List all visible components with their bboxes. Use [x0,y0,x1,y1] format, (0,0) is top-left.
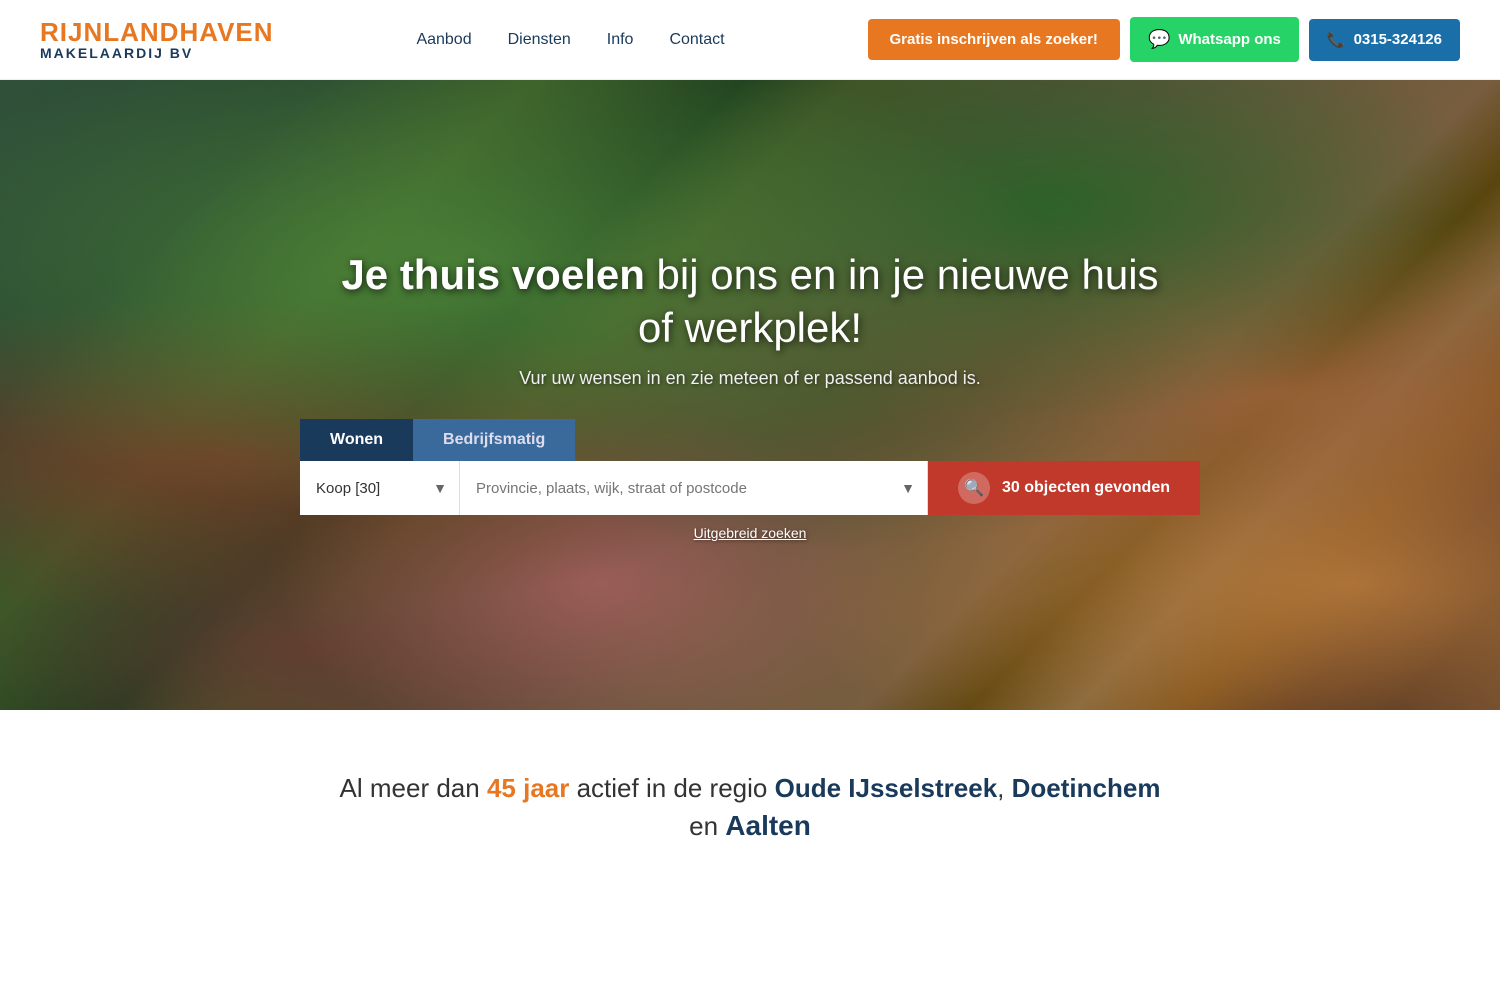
logo[interactable]: RIJNLANDHAVEN MAKELAARDIJ BV [40,18,274,62]
main-nav: Aanbod Diensten Info Contact [416,31,724,49]
header-actions: Gratis inschrijven als zoeker! 💬 Whatsap… [868,17,1460,62]
info-text-2: en Aalten [120,806,1380,845]
tab-wonen[interactable]: Wonen [300,419,413,461]
nav-item-info[interactable]: Info [607,31,634,49]
hero-subtitle: Vur uw wensen in en zie meteen of er pas… [340,368,1160,389]
search-type-select-wrap: Koop [30] Huur ▼ [300,461,460,515]
hero-content: Je thuis voelen bij ons en in je nieuwe … [300,249,1200,419]
search-row: Koop [30] Huur ▼ ▼ 🔍 30 objecten gevonde… [300,461,1200,515]
hero-section: Je thuis voelen bij ons en in je nieuwe … [0,80,1500,710]
search-location-input[interactable] [460,461,927,515]
tab-bedrijfsmatig[interactable]: Bedrijfsmatig [413,419,575,461]
info-text: Al meer dan 45 jaar actief in de regio O… [120,770,1380,806]
hero-title: Je thuis voelen bij ons en in je nieuwe … [340,249,1160,354]
nav-item-diensten[interactable]: Diensten [508,31,571,49]
whatsapp-button[interactable]: 💬 Whatsapp ons [1130,17,1299,62]
search-container: Wonen Bedrijfsmatig Koop [30] Huur ▼ ▼ 🔍… [300,419,1200,541]
search-type-select[interactable]: Koop [30] Huur [300,461,459,515]
uitgebreid-zoeken-link[interactable]: Uitgebreid zoeken [300,525,1200,541]
search-icon: 🔍 [958,472,990,504]
logo-text-orange: RIJNLANDHAVEN [40,17,274,47]
site-header: RIJNLANDHAVEN MAKELAARDIJ BV Aanbod Dien… [0,0,1500,80]
phone-button[interactable]: 📞 0315-324126 [1309,19,1460,61]
search-location-wrap: ▼ [460,461,928,515]
phone-icon: 📞 [1327,31,1346,49]
register-button[interactable]: Gratis inschrijven als zoeker! [868,19,1120,60]
search-button[interactable]: 🔍 30 objecten gevonden [928,461,1200,515]
info-section: Al meer dan 45 jaar actief in de regio O… [0,710,1500,886]
logo-subtitle: MAKELAARDIJ BV [40,46,274,61]
nav-item-aanbod[interactable]: Aanbod [416,31,471,49]
nav-item-contact[interactable]: Contact [669,31,724,49]
whatsapp-icon: 💬 [1148,29,1170,50]
search-tabs: Wonen Bedrijfsmatig [300,419,1200,461]
